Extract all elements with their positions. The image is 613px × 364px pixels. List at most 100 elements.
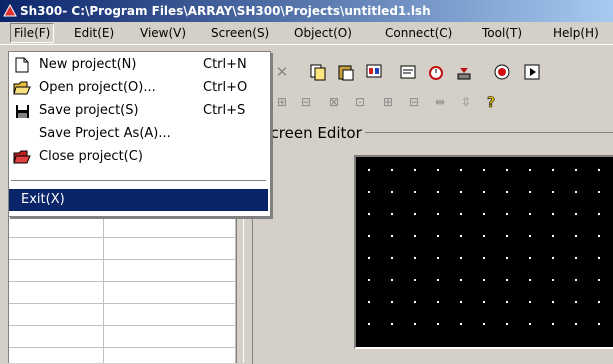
copy-icon[interactable] [306,60,330,84]
grid-dot [483,191,485,193]
grid-dot [598,301,600,303]
align-top-icon[interactable]: ⊠ [324,92,344,112]
play-icon[interactable] [520,60,544,84]
open-folder-icon [13,80,31,96]
menu-file[interactable]: File(F) [10,23,55,43]
grid-dot [414,169,416,171]
grid-dot [598,257,600,259]
svg-text:?: ? [487,95,495,110]
grid-dot [598,235,600,237]
grid-dot [575,323,577,325]
menu-screen[interactable]: Screen(S) [207,24,273,42]
menu-bar: File(F) Edit(E) View(V) Screen(S) Object… [0,22,613,45]
align-bottom-icon[interactable]: ⊡ [350,92,370,112]
grid-dot [529,191,531,193]
grid-dot [460,279,462,281]
grid-dot [506,279,508,281]
menu-help[interactable]: Help(H) [549,24,603,42]
grid-dot [575,191,577,193]
grid-dot [575,279,577,281]
grid-dot [460,235,462,237]
center-vertical-icon[interactable]: ⊟ [404,92,424,112]
grid-dot [529,257,531,259]
grid-dot [368,279,370,281]
grid-dot [437,279,439,281]
menu-item-new-project[interactable]: New project(N) Ctrl+N [9,54,268,76]
title-bar: Sh300- C:\Program Files\ARRAY\SH300\Proj… [0,0,613,22]
grid-dot [391,279,393,281]
grid-dot [437,213,439,215]
grid-dot [391,323,393,325]
grid-dot [414,213,416,215]
grid-dot [391,169,393,171]
screen-icon[interactable] [362,60,386,84]
menu-view[interactable]: View(V) [136,24,190,42]
grid-dot [506,257,508,259]
grid-dot [598,169,600,171]
grid-dot [598,279,600,281]
grid-dot [414,257,416,259]
grid-dot [391,257,393,259]
space-horizontal-icon[interactable]: ⇹ [430,92,450,112]
grid-dot [460,191,462,193]
grid-dot [414,301,416,303]
grid-dot [368,257,370,259]
delete-icon[interactable]: ✕ [270,60,294,84]
grid-dot [437,235,439,237]
grid-dot [483,323,485,325]
grid-dot [506,191,508,193]
menu-item-save-project[interactable]: Save project(S) Ctrl+S [9,100,268,122]
window-title: Sh300- C:\Program Files\ARRAY\SH300\Proj… [20,4,431,18]
screen-editor-canvas[interactable] [354,155,613,349]
paste-icon[interactable] [334,60,358,84]
grid-dot [575,257,577,259]
align-left-icon[interactable]: ⊞ [272,92,292,112]
menu-item-close-project[interactable]: Close project(C) [9,146,268,168]
grid-dot [552,191,554,193]
menu-connect[interactable]: Connect(C) [381,24,456,42]
grid-dot [598,323,600,325]
grid-dot [575,213,577,215]
grid-dot [529,279,531,281]
grid-dot [368,213,370,215]
alarm-clock-icon[interactable] [424,60,448,84]
download-icon[interactable] [452,60,476,84]
grid-dot [483,213,485,215]
grid-dot [598,213,600,215]
grid-dot [437,169,439,171]
menu-edit[interactable]: Edit(E) [70,24,118,42]
grid-dot [437,257,439,259]
grid-dot [506,169,508,171]
grid-dot [529,301,531,303]
screen-editor-label: Screen Editor [258,124,365,142]
menu-tool[interactable]: Tool(T) [478,24,526,42]
align-right-icon[interactable]: ⊟ [296,92,316,112]
grid-dot [552,169,554,171]
grid-dot [414,323,416,325]
space-vertical-icon[interactable]: ⇳ [456,92,476,112]
grid-dot [483,279,485,281]
menu-separator [11,180,266,181]
grid-dot [506,323,508,325]
properties-icon[interactable] [396,60,420,84]
record-icon[interactable] [490,60,514,84]
floppy-disk-icon [13,103,31,119]
grid-dot [483,169,485,171]
app-icon [3,4,17,17]
help-question-icon[interactable]: ? [482,92,502,112]
grid-dot [391,235,393,237]
new-document-icon [13,57,31,73]
menu-object[interactable]: Object(O) [290,24,356,42]
menu-item-save-project-as[interactable]: Save Project As(A)... [9,123,268,145]
menu-item-open-project[interactable]: Open project(O)... Ctrl+O [9,77,268,99]
grid-dot [506,235,508,237]
grid-dot [368,235,370,237]
grid-dot [598,191,600,193]
file-menu-dropdown: New project(N) Ctrl+N Open project(O)...… [8,51,271,217]
grid-dot [483,301,485,303]
center-horizontal-icon[interactable]: ⊞ [378,92,398,112]
menu-item-exit[interactable]: Exit(X) [9,189,268,211]
grid-dot [391,213,393,215]
grid-dot [368,301,370,303]
grid-dot [529,213,531,215]
